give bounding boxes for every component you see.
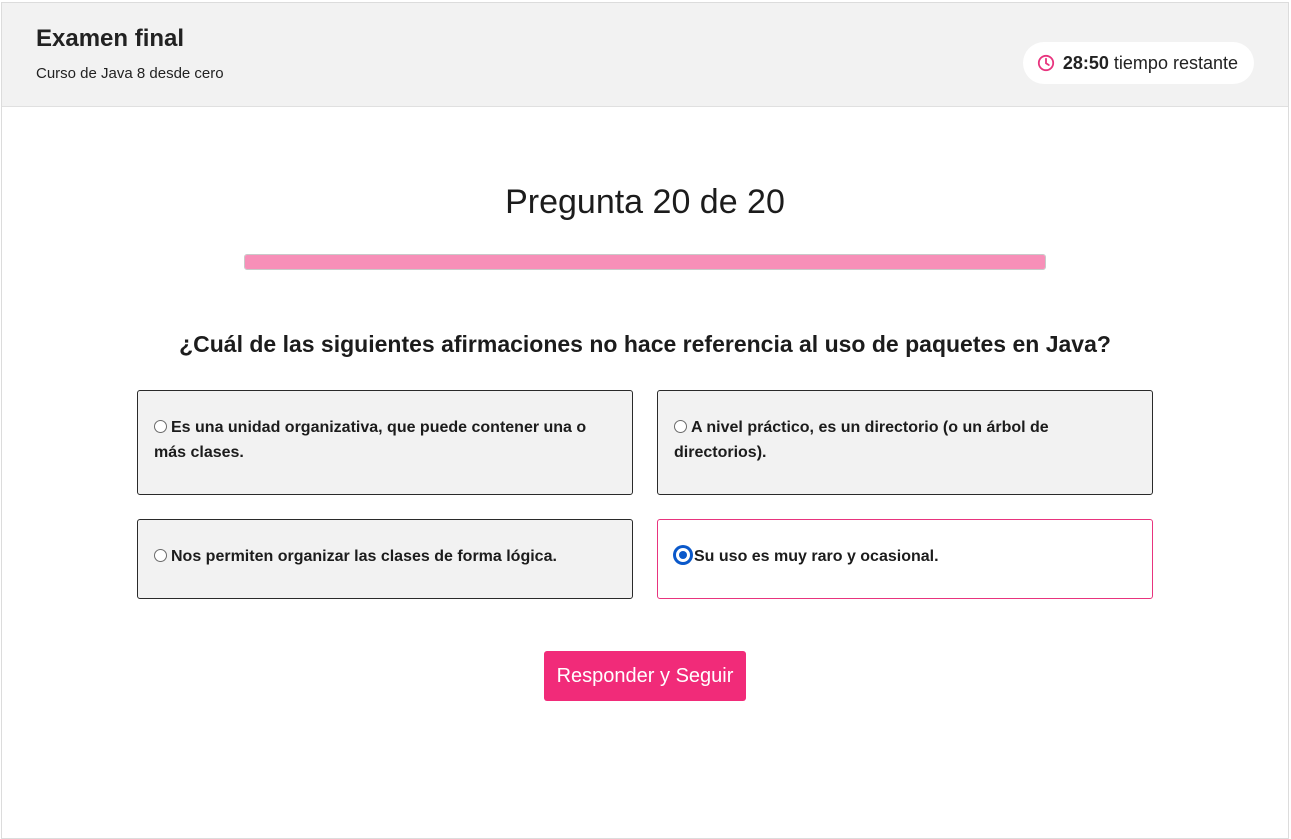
answer-option-1[interactable]: Es una unidad organizativa, que puede co… [137, 390, 633, 495]
exam-page: Examen final Curso de Java 8 desde cero … [1, 2, 1289, 839]
submit-answer-button[interactable]: Responder y Seguir [544, 651, 746, 701]
answer-option-4[interactable]: Su uso es muy raro y ocasional. [657, 519, 1153, 599]
progress-bar [244, 254, 1046, 270]
answer-option-3[interactable]: Nos permiten organizar las clases de for… [137, 519, 633, 599]
timer-label: tiempo restante [1113, 52, 1238, 73]
question-counter: Pregunta 20 de 20 [505, 183, 785, 221]
answer-option-label: Es una unidad organizativa, que puede co… [154, 419, 587, 461]
answer-option-2[interactable]: A nivel práctico, es un directorio (o un… [657, 390, 1153, 495]
timer-badge: 28:50 tiempo restante [1022, 42, 1254, 84]
timer-value: 28:50 [1062, 52, 1109, 73]
radio-button[interactable] [674, 420, 687, 433]
progress-fill [245, 255, 1045, 269]
exam-header: Examen final Curso de Java 8 desde cero … [2, 3, 1288, 107]
radio-button[interactable] [674, 546, 692, 564]
answer-option-label: Su uso es muy raro y ocasional. [694, 548, 939, 565]
clock-icon [1037, 54, 1054, 72]
answer-option-label: A nivel práctico, es un directorio (o un… [674, 419, 1049, 461]
radio-button[interactable] [154, 420, 167, 433]
course-name: Curso de Java 8 desde cero [36, 65, 224, 82]
answer-option-label: Nos permiten organizar las clases de for… [171, 548, 557, 565]
radio-button[interactable] [154, 549, 167, 562]
question-text: ¿Cuál de las siguientes afirmaciones no … [179, 331, 1111, 357]
exam-title: Examen final [36, 25, 185, 52]
